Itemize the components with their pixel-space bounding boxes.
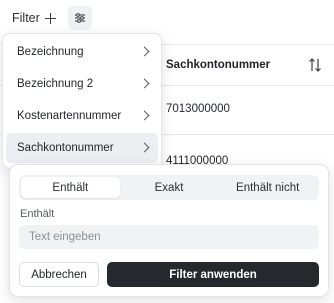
sort-arrows-icon[interactable]	[308, 57, 322, 73]
menu-item-sachkontonummer[interactable]: Sachkontonummer	[6, 133, 158, 163]
cancel-button[interactable]: Abbrechen	[19, 262, 99, 287]
toolbar: Filter	[6, 6, 92, 30]
filter-value-label: Enthält	[20, 208, 55, 220]
menu-item-label: Bezeichnung	[17, 46, 84, 58]
apply-filter-button[interactable]: Filter anwenden	[107, 262, 319, 287]
mode-not-contains[interactable]: Enthält nicht	[218, 177, 317, 198]
menu-item-label: Sachkontonummer	[17, 142, 114, 154]
filter-button-label: Filter	[12, 11, 40, 25]
filter-button[interactable]: Filter	[6, 6, 62, 30]
menu-item-label: Kostenartennummer	[17, 110, 122, 122]
mode-exact[interactable]: Exakt	[120, 177, 219, 198]
menu-item-label: Bezeichnung 2	[17, 78, 94, 90]
filter-field-menu: Bezeichnung Bezeichnung 2 Kostenartennum…	[2, 33, 162, 169]
chevron-right-icon	[139, 78, 150, 89]
match-mode-segmented-control: Enthält Exakt Enthält nicht	[19, 175, 319, 200]
sliders-icon	[74, 13, 85, 23]
chevron-right-icon	[139, 142, 150, 153]
column-settings-button[interactable]	[67, 6, 92, 30]
mode-contains[interactable]: Enthält	[21, 177, 120, 198]
menu-item-bezeichnung[interactable]: Bezeichnung	[6, 37, 158, 67]
table-cell: 7013000000	[166, 103, 230, 115]
filter-condition-popover: Enthält Exakt Enthält nicht Enthält Abbr…	[9, 164, 329, 297]
column-header-sachkontonummer[interactable]: Sachkontonummer	[166, 59, 270, 71]
filter-value-input[interactable]	[19, 225, 319, 249]
chevron-right-icon	[139, 110, 150, 121]
plus-icon	[44, 12, 56, 24]
menu-item-bezeichnung-2[interactable]: Bezeichnung 2	[6, 69, 158, 99]
menu-item-kostenartennummer[interactable]: Kostenartennummer	[6, 101, 158, 131]
chevron-right-icon	[139, 46, 150, 57]
